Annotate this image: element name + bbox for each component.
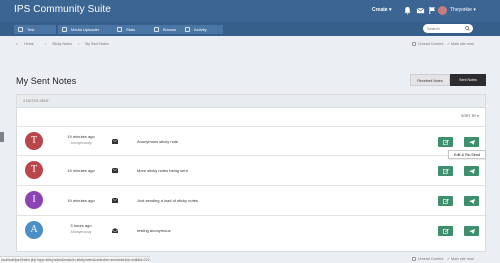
breadcrumb-sticky-notes[interactable]: Sticky Notes xyxy=(52,42,72,46)
nav-tab-label: Stats xyxy=(126,27,136,32)
unread-content-link-bottom[interactable]: Unread Content xyxy=(412,257,443,261)
edit-icon xyxy=(442,198,449,204)
avatar[interactable]: I xyxy=(25,191,43,209)
tab-icon xyxy=(117,27,122,32)
search-input[interactable]: Search xyxy=(423,24,473,33)
edit-icon xyxy=(442,228,449,234)
mail-icon xyxy=(112,198,118,203)
edit-button[interactable] xyxy=(438,166,453,176)
home-icon: ⌂ xyxy=(16,42,20,46)
tab-icon xyxy=(185,27,190,32)
edit-button[interactable] xyxy=(438,196,453,206)
create-menu-button[interactable]: Create ▾ xyxy=(372,7,391,13)
page-title: My Sent Notes xyxy=(16,76,77,86)
nav-tab-test[interactable]: Test xyxy=(14,25,56,34)
breadcrumb-separator: › xyxy=(44,42,46,46)
messages-icon[interactable] xyxy=(416,6,425,15)
edit-button[interactable] xyxy=(438,137,453,147)
unread-icon xyxy=(412,42,416,46)
breadcrumb-current: My Sent Notes xyxy=(85,42,109,46)
nav-tab-stats[interactable]: Stats xyxy=(113,25,155,34)
table-row: T 19 minutes ago Anonymously Anonymous s… xyxy=(17,126,487,155)
nav-tab-label: Media Uploader xyxy=(71,27,100,32)
notes-panel: 4 NOTES SENT SORT BY ▾ T 19 minutes ago … xyxy=(16,94,487,252)
search-placeholder: Search xyxy=(427,26,440,31)
breadcrumb: ⌂ Home › Sticky Notes › My Sent Notes xyxy=(16,42,114,46)
nav-tab-activity[interactable]: Activity xyxy=(181,25,223,34)
note-text[interactable]: Anonymous sticky note xyxy=(137,139,178,144)
nav-tab-label: Test xyxy=(27,27,35,32)
tab-icon xyxy=(154,27,159,32)
note-sender: Anonymously xyxy=(70,230,92,234)
tab-icon xyxy=(18,27,23,32)
tab-received-notes[interactable]: Received Notes xyxy=(410,74,450,86)
unread-icon xyxy=(412,257,416,261)
notes-count: 4 NOTES SENT xyxy=(23,99,49,103)
breadcrumb-home-label: Home xyxy=(24,42,34,46)
note-time: 19 minutes ago xyxy=(67,198,95,203)
nav-tab-label: Activity xyxy=(194,27,207,32)
send-icon xyxy=(468,139,475,145)
unread-content-link[interactable]: Unread Content xyxy=(412,42,443,46)
unread-label: Unread Content xyxy=(418,42,444,46)
mail-open-icon xyxy=(112,228,118,233)
sort-by-menu[interactable]: SORT BY ▾ xyxy=(461,114,479,118)
nav-tab-label: Browse xyxy=(163,27,177,32)
mark-read-label: Mark site read xyxy=(451,257,474,261)
resend-button[interactable] xyxy=(464,137,479,147)
reports-icon[interactable] xyxy=(428,6,437,15)
avatar[interactable]: T xyxy=(25,132,43,150)
side-panel-toggle[interactable] xyxy=(0,132,4,142)
note-time: 19 minutes ago xyxy=(67,168,95,173)
breadcrumb-separator: › xyxy=(77,42,80,46)
send-icon xyxy=(468,168,475,174)
bell-icon[interactable] xyxy=(403,6,412,15)
unread-label: Unread Content xyxy=(418,257,444,261)
table-row: T 19 minutes ago More sticky notes being… xyxy=(17,155,487,184)
resend-button[interactable] xyxy=(464,196,479,206)
mail-icon xyxy=(112,139,118,144)
note-text[interactable]: Just sending a load of sticky notes xyxy=(137,198,198,203)
nav-tab-media-uploader[interactable]: Media Uploader xyxy=(58,25,118,34)
note-time: 3 hours ago xyxy=(70,223,92,228)
note-text[interactable]: testing anonymous xyxy=(137,228,171,233)
mark-site-read-link[interactable]: ✓ Mark site read xyxy=(447,42,474,46)
note-sender: Anonymously xyxy=(70,141,92,145)
user-menu[interactable]: Theyorkie ▾ xyxy=(450,7,476,13)
search-icon[interactable] xyxy=(465,26,470,31)
edit-button[interactable] xyxy=(438,226,453,236)
panel-header: 4 NOTES SENT xyxy=(17,95,485,108)
avatar[interactable]: A xyxy=(25,221,43,239)
tab-sent-notes[interactable]: Sent Notes xyxy=(450,74,486,86)
breadcrumb-home[interactable]: ⌂ Home xyxy=(16,42,39,46)
send-icon xyxy=(468,228,475,234)
status-url: localhost/ips4/index.php?app=stickynotes… xyxy=(0,256,150,263)
table-row: A 3 hours ago Anonymously testing anonym… xyxy=(17,215,487,244)
mail-icon xyxy=(112,168,118,173)
edit-icon xyxy=(442,168,449,174)
edit-icon xyxy=(442,139,449,145)
tooltip: Edit & Re-Send xyxy=(448,150,486,159)
send-icon xyxy=(468,198,475,204)
resend-button[interactable] xyxy=(464,166,479,176)
table-row: I 19 minutes ago Just sending a load of … xyxy=(17,185,487,214)
mark-read-label: Mark site read xyxy=(451,42,474,46)
user-avatar[interactable] xyxy=(438,6,447,15)
note-time: 19 minutes ago xyxy=(67,134,95,139)
tab-icon xyxy=(62,27,67,32)
resend-button[interactable] xyxy=(464,226,479,236)
avatar[interactable]: T xyxy=(25,161,43,179)
note-text[interactable]: More sticky notes being sent xyxy=(137,168,188,173)
site-brand[interactable]: IPS Community Suite xyxy=(14,4,111,15)
mark-site-read-link-bottom[interactable]: ✓ Mark site read xyxy=(447,257,474,261)
